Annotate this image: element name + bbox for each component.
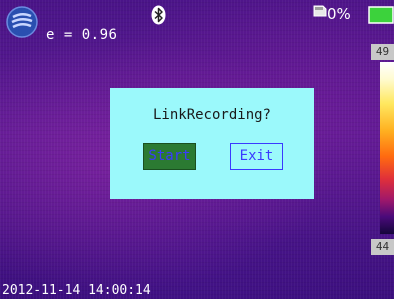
start-button[interactable]: Start bbox=[143, 143, 196, 170]
exit-button[interactable]: Exit bbox=[230, 143, 283, 170]
sd-card-icon bbox=[313, 5, 327, 17]
menu-logo-icon[interactable] bbox=[6, 6, 38, 38]
thermal-image-view: e = 0.96 0% 49 44 LinkRecording? Start E… bbox=[0, 0, 394, 299]
storage-usage-value: 0% bbox=[327, 5, 351, 23]
timestamp: 2012-11-14 14:00:14 bbox=[2, 283, 151, 298]
temperature-max-label: 49 bbox=[371, 44, 394, 60]
battery-icon bbox=[368, 6, 394, 24]
link-recording-dialog: LinkRecording? Start Exit bbox=[110, 88, 314, 199]
bluetooth-icon bbox=[151, 5, 166, 25]
emissivity-value: e = 0.96 bbox=[46, 27, 118, 43]
temperature-color-bar bbox=[380, 62, 394, 234]
dialog-title: LinkRecording? bbox=[152, 107, 271, 123]
temperature-min-label: 44 bbox=[371, 239, 394, 255]
